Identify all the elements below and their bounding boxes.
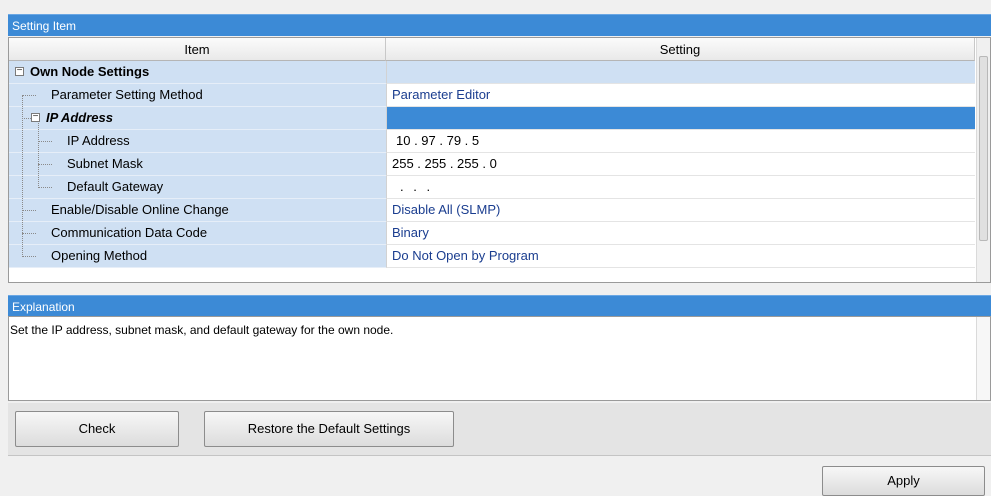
tree-connector <box>22 256 36 258</box>
table-row[interactable]: Communication Data Code Binary <box>9 222 975 245</box>
ip-address-input[interactable]: 10 . 97 . 79 . 5 <box>386 130 975 153</box>
apply-button[interactable]: Apply <box>822 466 985 496</box>
subnet-mask-input[interactable]: 255 . 255 . 255 . 0 <box>386 153 975 176</box>
setting-cell[interactable]: Disable All (SLMP) <box>386 199 975 222</box>
tree-connector <box>38 187 52 189</box>
settings-grid: Item Setting − Own Node Settings Paramet… <box>8 37 991 283</box>
table-row[interactable]: Parameter Setting Method Parameter Edito… <box>9 84 975 107</box>
item-cell: Enable/Disable Online Change <box>9 199 386 222</box>
setting-cell <box>386 107 975 130</box>
explanation-header: Explanation <box>8 295 991 317</box>
setting-cell[interactable]: Do Not Open by Program <box>386 245 975 268</box>
table-row[interactable]: Enable/Disable Online Change Disable All… <box>9 199 975 222</box>
item-cell: − IP Address <box>9 107 386 130</box>
tree-branch-line <box>38 123 39 188</box>
item-cell: − Own Node Settings <box>9 61 386 84</box>
setting-cell <box>386 61 975 84</box>
item-cell: Default Gateway <box>9 176 386 199</box>
tree-connector <box>22 95 36 97</box>
explanation-title: Explanation <box>12 300 75 314</box>
row-label: Own Node Settings <box>30 64 150 79</box>
tree-connector <box>22 118 31 120</box>
column-header-setting[interactable]: Setting <box>386 38 975 61</box>
table-row[interactable]: − IP Address <box>9 107 975 130</box>
item-cell: Communication Data Code <box>9 222 386 245</box>
row-label: Enable/Disable Online Change <box>51 202 229 217</box>
item-cell: Parameter Setting Method <box>9 84 386 107</box>
table-row[interactable]: Default Gateway . . . <box>9 176 975 199</box>
tree-connector <box>38 141 52 143</box>
tree-trunk-line <box>22 95 23 257</box>
tree-connector <box>22 233 36 235</box>
setting-cell[interactable]: Binary <box>386 222 975 245</box>
row-label: Parameter Setting Method <box>51 87 203 102</box>
button-bar: Check Restore the Default Settings <box>8 403 991 456</box>
item-cell: Opening Method <box>9 245 386 268</box>
row-label: IP Address <box>46 110 113 125</box>
grid-scrollbar[interactable] <box>976 38 990 282</box>
setting-item-header: Setting Item <box>8 14 991 36</box>
explanation-box: Set the IP address, subnet mask, and def… <box>8 316 991 401</box>
setting-item-title: Setting Item <box>12 19 77 33</box>
default-gateway-input[interactable]: . . . <box>386 176 975 199</box>
item-cell: Subnet Mask <box>9 153 386 176</box>
row-label: Opening Method <box>51 248 148 263</box>
minus-box-icon[interactable]: − <box>31 112 40 122</box>
row-label: Communication Data Code <box>51 225 208 240</box>
table-row[interactable]: − Own Node Settings <box>9 61 975 84</box>
grid-scroll-thumb[interactable] <box>979 56 988 241</box>
table-row[interactable]: Opening Method Do Not Open by Program <box>9 245 975 268</box>
restore-default-settings-button[interactable]: Restore the Default Settings <box>204 411 454 447</box>
row-label: IP Address <box>67 133 130 148</box>
check-button[interactable]: Check <box>15 411 179 447</box>
table-row[interactable]: Subnet Mask 255 . 255 . 255 . 0 <box>9 153 975 176</box>
tree-connector <box>38 164 52 166</box>
row-label: Default Gateway <box>67 179 164 194</box>
tree-connector <box>22 210 36 212</box>
minus-box-icon[interactable]: − <box>15 66 24 76</box>
table-row[interactable]: IP Address 10 . 97 . 79 . 5 <box>9 130 975 153</box>
explanation-scrollbar[interactable] <box>976 317 990 400</box>
row-label: Subnet Mask <box>67 156 143 171</box>
explanation-text: Set the IP address, subnet mask, and def… <box>10 323 394 337</box>
column-header-item[interactable]: Item <box>9 38 386 61</box>
setting-cell[interactable]: Parameter Editor <box>386 84 975 107</box>
item-cell: IP Address <box>9 130 386 153</box>
